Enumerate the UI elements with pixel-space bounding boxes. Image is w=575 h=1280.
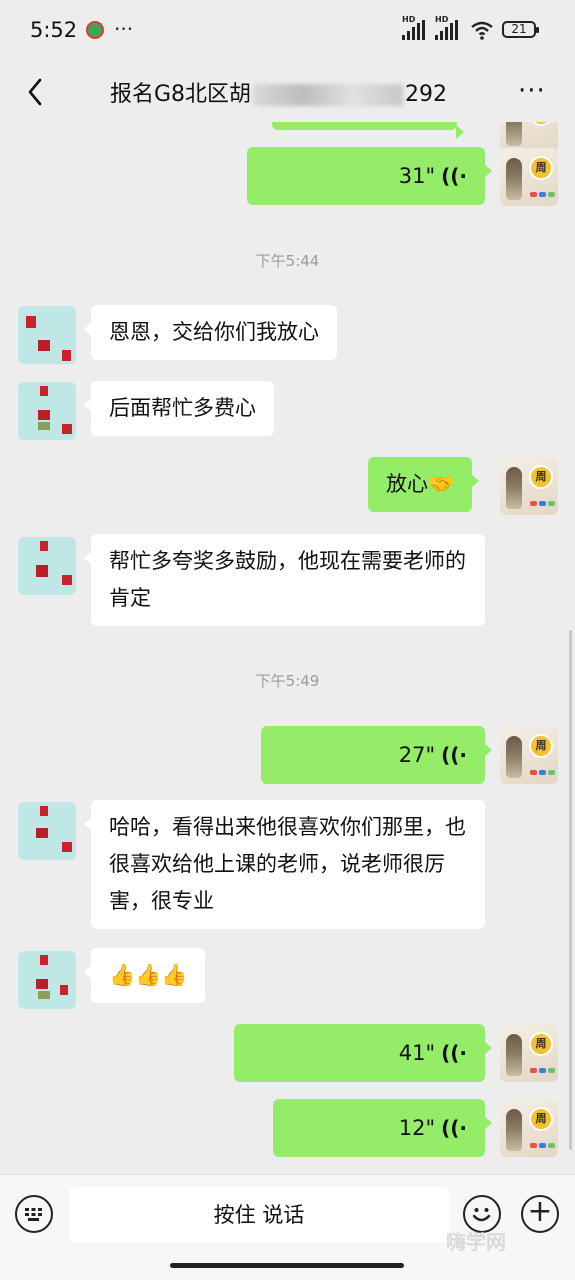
voice-message-bubble[interactable]: 27" ((·	[261, 726, 492, 784]
signal-icon	[402, 20, 425, 40]
app-notification-icon	[86, 21, 104, 39]
voice-message-bubble[interactable]: 31" ((·	[247, 147, 492, 205]
partial-voice-bubble[interactable]	[272, 122, 464, 139]
emoji-message-bubble[interactable]: 👍👍👍	[83, 948, 206, 1003]
chat-header: 报名G8北区胡 292 ···	[0, 62, 575, 122]
chat-title-prefix: 报名G8北区胡	[110, 82, 252, 107]
text-message-bubble[interactable]: 后面帮忙多费心	[84, 381, 274, 436]
watermark: 嗨学网	[446, 1230, 506, 1254]
avatar[interactable]: 周	[500, 457, 558, 515]
voice-message-bubble[interactable]: 12" ((·	[273, 1099, 492, 1157]
avatar[interactable]: 周	[500, 1099, 558, 1157]
avatar[interactable]	[18, 537, 76, 595]
voice-duration: 31"	[398, 163, 436, 188]
text-message-bubble[interactable]: 帮忙多夸奖多鼓励，他现在需要老师的肯定	[84, 534, 485, 626]
keyboard-icon[interactable]	[15, 1195, 53, 1233]
text-message-bubble[interactable]: 放心🤝	[368, 457, 480, 512]
avatar[interactable]	[18, 802, 76, 860]
voice-wave-icon: ((·	[441, 1040, 467, 1065]
voice-duration: 41"	[398, 1040, 436, 1065]
chat-title: 报名G8北区胡 292	[110, 76, 447, 108]
avatar[interactable]: 周	[500, 726, 558, 784]
status-more: ···	[114, 17, 134, 41]
chat-title-suffix: 292	[405, 82, 448, 107]
voice-duration: 12"	[398, 1115, 436, 1140]
voice-message-bubble[interactable]: 41" ((·	[234, 1024, 492, 1082]
more-icon[interactable]: ···	[518, 76, 546, 106]
timestamp: 下午5:44	[255, 252, 320, 270]
status-time: 5:52	[30, 18, 78, 42]
press-to-talk-button[interactable]: 按住 说话	[69, 1187, 449, 1243]
signal-icon	[435, 20, 458, 40]
avatar[interactable]	[18, 951, 76, 1009]
voice-duration: 27"	[398, 742, 436, 767]
avatar[interactable]: 周	[500, 1024, 558, 1082]
avatar[interactable]	[18, 382, 76, 440]
back-arrow-icon[interactable]	[22, 74, 52, 110]
text-message-bubble[interactable]: 恩恩，交给你们我放心	[84, 305, 337, 360]
redacted-blur	[253, 84, 404, 106]
home-indicator[interactable]	[170, 1263, 404, 1268]
status-bar: 5:52 ··· HD HD 21	[0, 0, 575, 62]
battery-icon: 21	[502, 21, 539, 38]
wifi-icon	[471, 21, 493, 40]
avatar[interactable]: 周	[500, 148, 558, 206]
avatar[interactable]	[18, 306, 76, 364]
plus-icon[interactable]: +	[521, 1195, 559, 1233]
message-list[interactable]: 周 31"((· 周 下午5:44 恩恩，交给你们我放心 后面帮忙多费心 放心🤝…	[0, 122, 575, 1174]
voice-wave-icon: ((·	[441, 742, 467, 767]
scrollbar[interactable]	[569, 630, 572, 1150]
voice-wave-icon: ((·	[441, 1115, 467, 1140]
text-message-bubble[interactable]: 哈哈，看得出来他很喜欢你们那里，也很喜欢给他上课的老师，说老师很厉害，很专业	[84, 800, 485, 929]
timestamp: 下午5:49	[255, 672, 320, 690]
voice-wave-icon: ((·	[441, 163, 467, 188]
